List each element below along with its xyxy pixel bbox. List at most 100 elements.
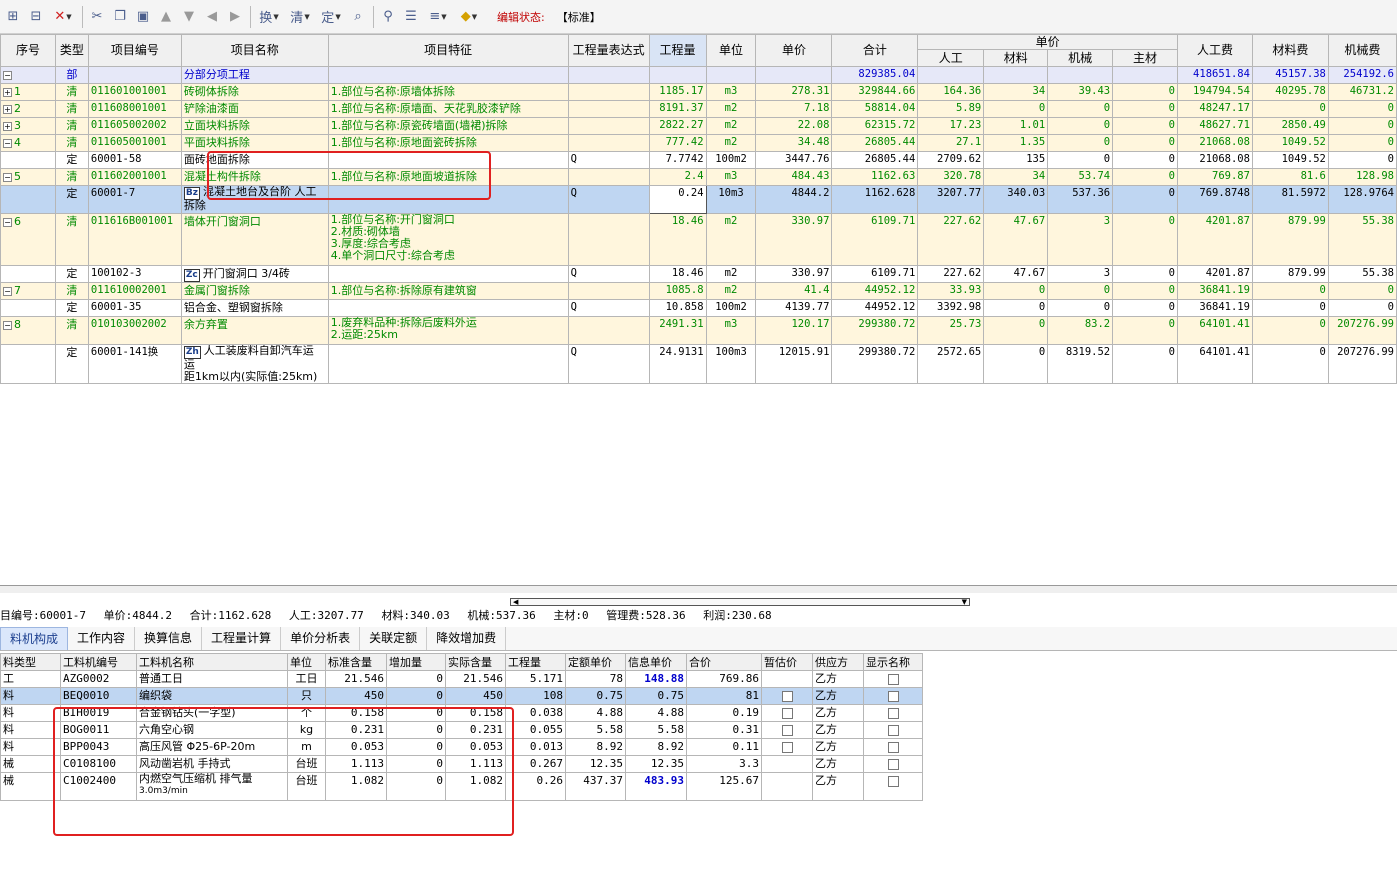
- cell-price[interactable]: 278.31: [755, 83, 833, 101]
- table-row[interactable]: 定 60001-141换 Zh 人工装废料自卸汽车运 运距1km以内(实际值:25km…: [0, 344, 1397, 384]
- cell-material[interactable]: 0: [983, 316, 1049, 345]
- cell-name[interactable]: 平面块料拆除: [180, 134, 329, 152]
- res-sum[interactable]: 0.11: [686, 738, 762, 756]
- define-icon[interactable]: 定 ▼: [316, 6, 346, 28]
- res-add[interactable]: 0: [386, 687, 446, 705]
- cell-qty[interactable]: 2491.31: [648, 316, 707, 345]
- cell-total[interactable]: 44952.12: [831, 299, 919, 317]
- res-type[interactable]: 料: [0, 721, 61, 739]
- cell-seq[interactable]: [0, 299, 56, 317]
- cell-material[interactable]: 0: [983, 282, 1049, 300]
- estimate-checkbox[interactable]: [781, 707, 793, 719]
- res-show[interactable]: [863, 670, 923, 688]
- table-row[interactable]: 定 100102-3 Zc 开门窗洞口 3/4砖 Q 18.46 m2 330.97 6109.…: [0, 265, 1397, 283]
- collapse-icon[interactable]: −: [3, 70, 12, 80]
- cell-main-mat[interactable]: 0: [1112, 185, 1178, 214]
- cell-seq[interactable]: [0, 344, 56, 384]
- collapse-icon[interactable]: −: [3, 320, 12, 330]
- cell-labor[interactable]: 5.89: [917, 100, 985, 118]
- cell-expr[interactable]: Q: [567, 344, 650, 384]
- cell-type[interactable]: 定: [54, 265, 89, 283]
- estimate-checkbox[interactable]: [781, 741, 793, 753]
- col-material-fee[interactable]: 材料费: [1251, 34, 1329, 67]
- res-qty[interactable]: 0.013: [505, 738, 566, 756]
- res-supplier[interactable]: 乙方: [812, 721, 864, 739]
- res-qty[interactable]: 0.055: [505, 721, 566, 739]
- cell-material[interactable]: 0: [983, 299, 1049, 317]
- cell-labor-fee[interactable]: 48247.17: [1177, 100, 1253, 118]
- cell-code[interactable]: 100102-3: [87, 265, 182, 283]
- cell-main-mat[interactable]: 0: [1112, 213, 1178, 266]
- collapse-icon[interactable]: −: [3, 217, 12, 227]
- res-show[interactable]: [863, 738, 923, 756]
- expand-icon[interactable]: ☰: [400, 6, 422, 28]
- cell-labor[interactable]: 320.78: [917, 168, 985, 186]
- cell-feature[interactable]: 1.部位与名称:原墙面、天花乳胶漆铲除: [327, 100, 569, 118]
- cell-feature[interactable]: [327, 344, 569, 384]
- cell-unit[interactable]: 100m2: [705, 299, 757, 317]
- col-main-mat[interactable]: 主材: [1112, 49, 1178, 67]
- cell-name[interactable]: 铝合金、塑钢窗拆除: [180, 299, 329, 317]
- res-show[interactable]: [863, 687, 923, 705]
- cell-feature[interactable]: 1.部位与名称:拆除原有建筑窗: [327, 282, 569, 300]
- cell-total[interactable]: 299380.72: [831, 344, 919, 384]
- res-type[interactable]: 料: [0, 738, 61, 756]
- cell-expr[interactable]: Q: [567, 151, 650, 169]
- cell-unit[interactable]: m2: [705, 265, 757, 283]
- cell-seq[interactable]: −4: [0, 134, 56, 152]
- cell-seq[interactable]: +3: [0, 117, 56, 135]
- res-sum[interactable]: 125.67: [686, 772, 762, 801]
- tab-related-quota[interactable]: 关联定额: [360, 627, 428, 650]
- cell-unit[interactable]: [705, 66, 757, 84]
- cell-type[interactable]: 清: [54, 213, 89, 266]
- res-show[interactable]: [863, 755, 923, 773]
- color-fill-icon[interactable]: ◆ ▼: [454, 6, 484, 28]
- cell-material-fee[interactable]: 81.6: [1251, 168, 1329, 186]
- cell-unit[interactable]: m3: [705, 83, 757, 101]
- cell-price[interactable]: 4844.2: [755, 185, 833, 214]
- res-est[interactable]: [761, 687, 813, 705]
- res-unit[interactable]: 只: [287, 687, 326, 705]
- res-info[interactable]: 483.93: [625, 772, 687, 801]
- cell-material[interactable]: 0: [983, 344, 1049, 384]
- move-left-icon[interactable]: ◀: [201, 6, 223, 28]
- table-row[interactable]: −8 清 010103002002 余方弃置 1.废弃料品种:拆除后废料外运 2.运距:2…: [0, 316, 1397, 345]
- res-type[interactable]: 工: [0, 670, 61, 688]
- cell-total[interactable]: 62315.72: [831, 117, 919, 135]
- cell-expr[interactable]: [567, 83, 650, 101]
- cell-material[interactable]: 0: [983, 100, 1049, 118]
- cell-unit[interactable]: m3: [705, 168, 757, 186]
- cell-labor[interactable]: 3207.77: [917, 185, 985, 214]
- cell-expr[interactable]: [567, 282, 650, 300]
- cell-code[interactable]: 60001-141换: [87, 344, 182, 384]
- cell-qty[interactable]: 1085.8: [648, 282, 707, 300]
- cell-labor-fee[interactable]: 64101.41: [1177, 344, 1253, 384]
- cell-machine[interactable]: 39.43: [1047, 83, 1114, 101]
- cell-type[interactable]: 清: [54, 117, 89, 135]
- res-est[interactable]: [761, 772, 813, 801]
- res-quota[interactable]: 78: [565, 670, 626, 688]
- cell-code[interactable]: 60001-58: [87, 151, 182, 169]
- cell-machine[interactable]: 0: [1047, 299, 1114, 317]
- cell-unit[interactable]: 100m2: [705, 151, 757, 169]
- res-sum[interactable]: 0.31: [686, 721, 762, 739]
- cell-price[interactable]: 7.18: [755, 100, 833, 118]
- cell-qty[interactable]: 1185.17: [648, 83, 707, 101]
- res-quota[interactable]: 8.92: [565, 738, 626, 756]
- cell-price[interactable]: 330.97: [755, 265, 833, 283]
- copy-icon[interactable]: ❐: [109, 6, 131, 28]
- show-name-checkbox[interactable]: [887, 690, 899, 702]
- cell-unit[interactable]: m2: [705, 117, 757, 135]
- cell-price[interactable]: 34.48: [755, 134, 833, 152]
- res-est[interactable]: [761, 704, 813, 722]
- cell-feature[interactable]: 1.部位与名称:开门窗洞口 2.材质:砌体墙 3.厚度:综合考虑 4.单个洞口尺寸:综…: [327, 213, 569, 266]
- cell-total[interactable]: 329844.66: [831, 83, 919, 101]
- cell-total[interactable]: 26805.44: [831, 151, 919, 169]
- res-est[interactable]: [761, 670, 813, 688]
- cell-seq[interactable]: +1: [0, 83, 56, 101]
- cell-machine-fee[interactable]: 0: [1327, 282, 1397, 300]
- res-est[interactable]: [761, 738, 813, 756]
- cell-labor[interactable]: 27.1: [917, 134, 985, 152]
- cell-labor[interactable]: [917, 66, 985, 84]
- cell-machine[interactable]: [1047, 66, 1114, 84]
